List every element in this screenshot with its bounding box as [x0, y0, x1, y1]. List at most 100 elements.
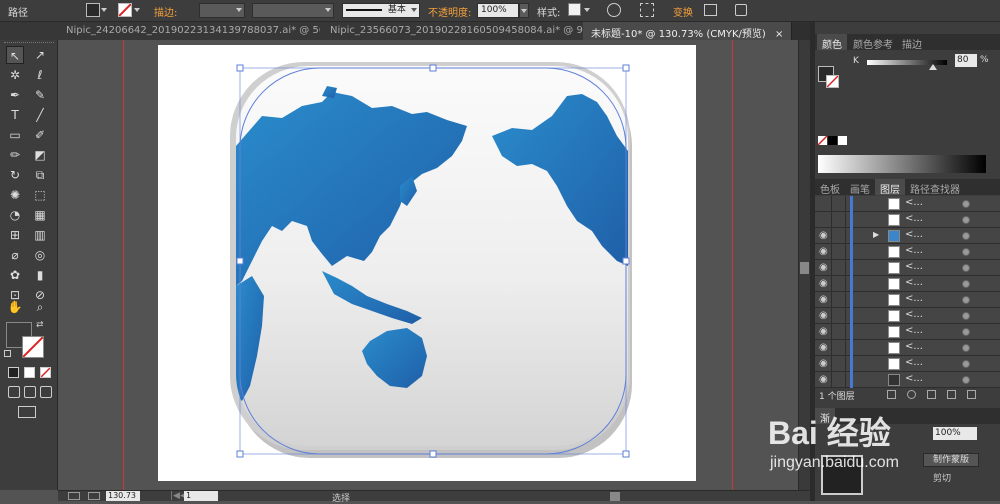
layer-name[interactable]: <... [905, 261, 923, 272]
expand-arrow-icon[interactable]: ▶ [873, 230, 879, 239]
draw-normal-icon[interactable] [8, 386, 20, 398]
layer-name[interactable]: <... [905, 373, 923, 384]
shape-builder-tool-icon[interactable]: ◔ [6, 206, 24, 224]
artboard-nav-icon[interactable] [68, 492, 80, 500]
k-slider-thumb[interactable] [929, 64, 937, 70]
tab-color-guide[interactable]: 颜色参考 [848, 34, 898, 51]
globe-icon-artwork[interactable] [222, 56, 642, 466]
brush-profile-dropdown[interactable]: 基本 [342, 3, 420, 18]
artboard-number-field[interactable]: 1 [184, 491, 218, 501]
swap-colors-icon[interactable]: ⇄ [36, 320, 44, 330]
handle-top-left[interactable] [236, 64, 244, 72]
target-circle-icon[interactable] [962, 264, 970, 272]
tab-doc-2[interactable]: Nipic_23566073_20190228160509458084.ai* … [320, 22, 626, 40]
tab-brushes[interactable]: 画笔 [845, 179, 875, 196]
tab-pathfinder[interactable]: 路径查找器 [905, 179, 965, 196]
visibility-eye-icon[interactable]: ◉ [819, 246, 828, 257]
tab-swatches[interactable]: 色板 [815, 179, 845, 196]
target-circle-icon[interactable] [962, 344, 970, 352]
white-swatch[interactable] [838, 136, 847, 145]
visibility-eye-icon[interactable]: ◉ [819, 374, 828, 385]
target-circle-icon[interactable] [962, 296, 970, 304]
tab-doc-1[interactable]: Nipic_24206642_20190223134139788037.ai* … [0, 22, 362, 40]
layer-row[interactable]: ◉ <... [815, 340, 1000, 356]
draw-behind-icon[interactable] [24, 386, 36, 398]
visibility-eye-icon[interactable]: ◉ [819, 294, 828, 305]
gradient-mode-icon[interactable] [24, 367, 35, 378]
screen-mode-icon[interactable] [18, 406, 36, 418]
scale-tool-icon[interactable]: ⧉ [31, 166, 49, 184]
layer-name[interactable]: <... [905, 245, 923, 256]
layer-row[interactable]: ◉ ▶ <... [815, 228, 1000, 244]
layer-name[interactable]: <... [905, 357, 923, 368]
visibility-eye-icon[interactable]: ◉ [819, 278, 828, 289]
k-value-input[interactable]: 80 [955, 54, 977, 67]
layer-name[interactable]: <... [905, 341, 923, 352]
magic-wand-tool-icon[interactable]: ✲ [6, 66, 24, 84]
symbol-sprayer-tool-icon[interactable]: ✿ [6, 266, 24, 284]
line-tool-icon[interactable]: ╱ [31, 106, 49, 124]
visibility-eye-icon[interactable]: ◉ [819, 358, 828, 369]
target-circle-icon[interactable] [962, 248, 970, 256]
target-circle-icon[interactable] [962, 280, 970, 288]
warp-tool-icon[interactable]: ✺ [6, 186, 24, 204]
locate-object-icon[interactable] [887, 390, 896, 399]
align-icon[interactable] [640, 3, 654, 17]
black-swatch[interactable] [828, 136, 837, 145]
opacity-input[interactable]: 100% [477, 3, 519, 18]
target-circle-icon[interactable] [962, 312, 970, 320]
eraser-tool-icon[interactable]: ◩ [31, 146, 49, 164]
fill-dropdown-icon[interactable] [101, 6, 107, 14]
layer-row[interactable]: ◉ <... [815, 244, 1000, 260]
layer-row[interactable]: <... [815, 196, 1000, 212]
color-spectrum[interactable] [818, 155, 986, 173]
layer-name[interactable]: <... [905, 277, 923, 288]
stroke-swatch[interactable] [118, 3, 132, 17]
tab-stroke[interactable]: 描边 [897, 34, 927, 51]
handle-bottom-right[interactable] [622, 450, 630, 458]
eyedropper-tool-icon[interactable]: ⌀ [6, 246, 24, 264]
target-circle-icon[interactable] [962, 360, 970, 368]
visibility-eye-icon[interactable]: ◉ [819, 342, 828, 353]
recolor-artwork-icon[interactable] [607, 3, 621, 17]
tab-close-icon[interactable]: × [775, 29, 783, 40]
target-circle-icon[interactable] [962, 216, 970, 224]
visibility-eye-icon[interactable]: ◉ [819, 310, 828, 321]
toolbox-grip[interactable] [4, 42, 54, 44]
none-swatch[interactable] [817, 135, 828, 146]
delete-layer-icon[interactable] [967, 390, 976, 399]
hand-tool-icon[interactable]: ✋ [6, 298, 24, 316]
visibility-eye-icon[interactable]: ◉ [819, 230, 828, 241]
stroke-color-box[interactable] [22, 336, 44, 358]
rectangle-tool-icon[interactable]: ▭ [6, 126, 24, 144]
mesh-tool-icon[interactable]: ⊞ [6, 226, 24, 244]
opacity-label[interactable]: 不透明度: [428, 4, 471, 19]
first-artboard-icon[interactable]: |◀ [170, 491, 180, 501]
layer-row[interactable]: ◉ <... [815, 260, 1000, 276]
handle-top[interactable] [429, 64, 437, 72]
layer-name[interactable]: <... [905, 325, 923, 336]
draw-inside-icon[interactable] [40, 386, 52, 398]
new-layer-icon[interactable] [947, 390, 956, 399]
none-mode-icon[interactable] [40, 367, 51, 378]
layer-row[interactable]: <... [815, 212, 1000, 228]
handle-left[interactable] [236, 257, 244, 265]
tab-color[interactable]: 颜色 [817, 34, 847, 51]
handle-right[interactable] [622, 257, 630, 265]
export-icon[interactable] [88, 492, 100, 500]
panel-stroke-swatch[interactable] [826, 75, 839, 88]
handle-top-right[interactable] [622, 64, 630, 72]
variable-width-dropdown[interactable] [252, 3, 334, 18]
layer-row[interactable]: ◉ <... [815, 292, 1000, 308]
layer-row[interactable]: ◉ <... [815, 356, 1000, 372]
column-graph-tool-icon[interactable]: ▮ [31, 266, 49, 284]
layer-name[interactable]: <... [905, 293, 923, 304]
selection-tool-icon[interactable]: ↖ [6, 46, 24, 64]
tab-doc-3[interactable]: 未标题-10* @ 130.73% (CMYK/预览) × [583, 22, 793, 40]
target-circle-icon[interactable] [962, 200, 970, 208]
handle-bottom-left[interactable] [236, 450, 244, 458]
curvature-tool-icon[interactable]: ✎ [31, 86, 49, 104]
visibility-eye-icon[interactable]: ◉ [819, 262, 828, 273]
target-circle-icon[interactable] [962, 376, 970, 384]
paintbrush-tool-icon[interactable]: ✐ [31, 126, 49, 144]
